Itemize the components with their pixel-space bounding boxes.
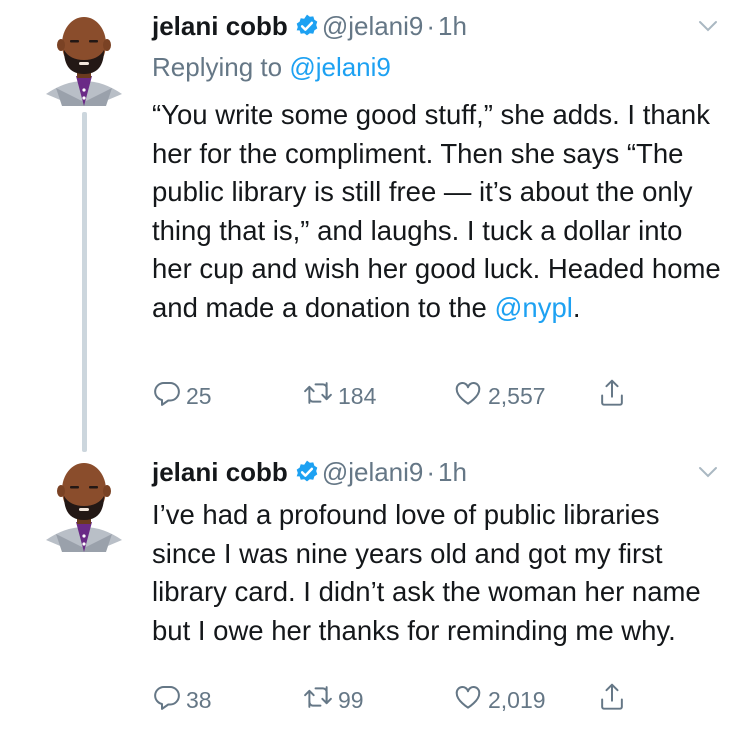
retweet-count: 184 <box>338 382 377 409</box>
retweet-icon <box>302 682 338 718</box>
author-name[interactable]: jelani cobb <box>152 457 288 487</box>
timestamp[interactable]: 1h <box>438 457 467 487</box>
share-icon <box>597 377 631 415</box>
verified-badge-icon <box>294 458 320 494</box>
reply-count: 38 <box>186 686 212 713</box>
retweet-button[interactable]: 99 <box>302 682 364 718</box>
thread-connector-line <box>82 112 87 452</box>
replying-handle-link[interactable]: @jelani9 <box>289 52 391 82</box>
retweet-button[interactable]: 184 <box>302 378 376 414</box>
replying-label: Replying to <box>152 52 283 82</box>
tweet-text: “You write some good stuff,” she adds. I… <box>152 96 724 328</box>
tweet-header: jelani cobb @jelani9 · 1h <box>152 454 467 494</box>
separator-dot: · <box>426 457 436 487</box>
action-bar: 38 99 2,019 <box>152 682 672 718</box>
reply-icon <box>152 682 186 718</box>
chevron-down-icon[interactable] <box>696 460 720 484</box>
share-button[interactable] <box>597 682 631 718</box>
author-name[interactable]: jelani cobb <box>152 11 288 41</box>
share-button[interactable] <box>597 378 631 414</box>
verified-badge-icon <box>294 12 320 48</box>
reply-count: 25 <box>186 382 212 409</box>
like-button[interactable]: 2,557 <box>452 378 546 414</box>
tweet[interactable]: jelani cobb @jelani9 · 1h I’ve had a profou… <box>0 452 750 752</box>
chevron-down-icon[interactable] <box>696 14 720 38</box>
tweet[interactable]: jelani cobb @jelani9 · 1h Replying to @jela… <box>0 0 750 452</box>
like-icon <box>452 378 488 414</box>
like-count: 2,557 <box>488 382 546 409</box>
action-bar: 25 184 2,557 <box>152 378 672 414</box>
separator-dot: · <box>426 11 436 41</box>
retweet-count: 99 <box>338 686 364 713</box>
reply-icon <box>152 378 186 414</box>
avatar[interactable] <box>44 10 124 110</box>
share-icon <box>597 681 631 719</box>
author-handle[interactable]: @jelani9 <box>322 457 424 487</box>
like-icon <box>452 682 488 718</box>
tweet-header: jelani cobb @jelani9 · 1h <box>152 8 467 48</box>
tweet-text-end: . <box>572 291 581 323</box>
like-button[interactable]: 2,019 <box>452 682 546 718</box>
reply-button[interactable]: 38 <box>152 682 212 718</box>
reply-button[interactable]: 25 <box>152 378 212 414</box>
mention-link[interactable]: @nypl <box>495 292 573 323</box>
tweet-text: I’ve had a profound love of public libra… <box>152 499 709 646</box>
tweet-text-main: “You write some good stuff,” she adds. I… <box>152 99 729 323</box>
author-handle[interactable]: @jelani9 <box>322 11 424 41</box>
retweet-icon <box>302 378 338 414</box>
avatar[interactable] <box>44 456 124 556</box>
replying-to: Replying to @jelani9 <box>152 50 391 84</box>
like-count: 2,019 <box>488 686 546 713</box>
timestamp[interactable]: 1h <box>438 11 467 41</box>
